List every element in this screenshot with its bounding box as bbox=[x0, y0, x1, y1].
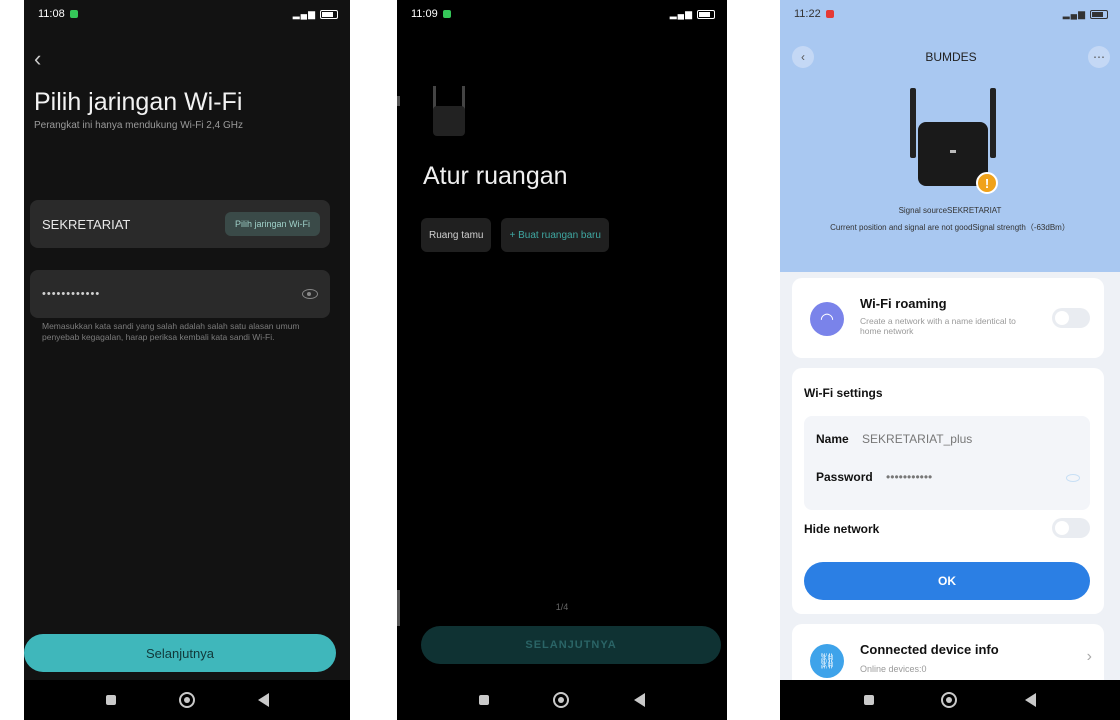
extender-device-icon bbox=[429, 86, 469, 138]
next-button[interactable]: Selanjutnya bbox=[24, 634, 336, 672]
device-title: BUMDES bbox=[925, 50, 977, 64]
room-chip-list: Ruang tamu + Buat ruangan baru bbox=[421, 218, 609, 252]
status-time: 11:08 bbox=[38, 8, 65, 20]
wifi-icon: ◠ bbox=[810, 302, 844, 336]
show-password-eye-icon[interactable] bbox=[1066, 474, 1080, 482]
connected-devices-count: Online devices:0 bbox=[860, 664, 927, 674]
ssid-field[interactable]: SEKRETARIAT Pilih jaringan Wi-Fi bbox=[30, 200, 330, 248]
wifi-roaming-toggle[interactable] bbox=[1052, 308, 1090, 328]
warning-icon: ! bbox=[976, 172, 998, 194]
home-icon[interactable] bbox=[553, 692, 570, 708]
battery-icon bbox=[320, 9, 338, 19]
name-value: SEKRETARIAT_plus bbox=[862, 432, 973, 446]
chevron-right-icon: › bbox=[1086, 648, 1092, 665]
signal-icon: ▂▄▆ bbox=[1062, 8, 1086, 19]
screen-device-settings: 11:22 ▂▄▆ ‹ BUMDES ⋯ ! Signal sourceSEKR… bbox=[780, 0, 1120, 720]
wifi-settings-heading: Wi-Fi settings bbox=[804, 386, 883, 400]
status-icons: ▂▄▆ bbox=[670, 9, 715, 20]
page-subtitle: Perangkat ini hanya mendukung Wi-Fi 2,4 … bbox=[34, 120, 243, 131]
home-icon[interactable] bbox=[941, 692, 958, 708]
ssid-value: SEKRETARIAT bbox=[42, 216, 131, 232]
back-chevron-icon[interactable]: ‹ bbox=[34, 46, 41, 72]
password-row[interactable]: Password ••••••••••• bbox=[816, 470, 932, 484]
next-button-disabled[interactable]: SELANJUTNYA bbox=[421, 626, 721, 664]
screen-atur-ruangan: 11:09 ▂▄▆ Atur ruangan Ruang tamu + Buat… bbox=[397, 0, 727, 720]
page-indicator: 1/4 bbox=[555, 602, 569, 612]
battery-icon bbox=[1090, 9, 1108, 19]
wifi-roaming-card: ◠ Wi-Fi roaming Create a network with a … bbox=[792, 278, 1104, 358]
wifi-roaming-title: Wi-Fi roaming bbox=[860, 296, 947, 311]
password-label: Password bbox=[816, 470, 873, 484]
page-title: Atur ruangan bbox=[423, 162, 568, 190]
signal-icon: ▂▄▆ bbox=[669, 8, 693, 19]
ok-button[interactable]: OK bbox=[804, 562, 1090, 600]
name-row[interactable]: Name SEKRETARIAT_plus bbox=[816, 432, 972, 446]
edge-mark bbox=[397, 96, 400, 106]
screen-pilih-jaringan: 11:08 ▂▄▆ ‹ Pilih jaringan Wi-Fi Perangk… bbox=[24, 0, 350, 720]
status-bar: 11:22 ▂▄▆ bbox=[780, 0, 1120, 28]
back-icon[interactable] bbox=[1025, 693, 1037, 707]
create-room-chip[interactable]: + Buat ruangan baru bbox=[501, 218, 609, 252]
wifi-roaming-description: Create a network with a name identical t… bbox=[860, 316, 1016, 336]
back-icon[interactable] bbox=[257, 693, 269, 707]
back-icon[interactable] bbox=[633, 693, 645, 707]
pick-network-button[interactable]: Pilih jaringan Wi-Fi bbox=[224, 212, 320, 236]
recents-icon[interactable] bbox=[105, 695, 116, 705]
password-field[interactable]: •••••••••••• bbox=[30, 270, 330, 318]
recents-icon[interactable] bbox=[479, 695, 490, 705]
more-options-icon[interactable]: ⋯ bbox=[1088, 46, 1110, 68]
system-nav-bar bbox=[24, 680, 350, 720]
page-title: Pilih jaringan Wi-Fi bbox=[34, 88, 243, 116]
password-value: •••••••••••• bbox=[42, 288, 101, 300]
connected-devices-title: Connected device info bbox=[860, 642, 999, 657]
app-indicator-icon bbox=[825, 10, 834, 18]
credentials-box: Name SEKRETARIAT_plus Password •••••••••… bbox=[804, 416, 1090, 510]
hide-network-label: Hide network bbox=[804, 522, 880, 536]
status-time: 11:22 bbox=[794, 8, 821, 20]
status-bar: 11:09 ▂▄▆ bbox=[397, 0, 727, 28]
name-label: Name bbox=[816, 432, 849, 446]
top-nav: ‹ BUMDES ⋯ bbox=[792, 46, 1110, 68]
hide-network-toggle[interactable] bbox=[1052, 518, 1090, 538]
status-bar: 11:08 ▂▄▆ bbox=[24, 0, 350, 28]
status-time: 11:09 bbox=[411, 8, 438, 20]
extender-image: ! bbox=[906, 88, 1002, 200]
signal-status: Current position and signal are not good… bbox=[830, 223, 1070, 232]
back-chevron-icon[interactable]: ‹ bbox=[792, 46, 814, 68]
password-value: ••••••••••• bbox=[886, 470, 933, 484]
link-icon: ⛓ bbox=[810, 644, 844, 678]
status-icons: ▂▄▆ bbox=[1063, 9, 1108, 20]
system-nav-bar bbox=[780, 680, 1120, 720]
status-icons: ▂▄▆ bbox=[293, 9, 338, 20]
app-indicator-icon bbox=[69, 10, 78, 18]
room-chip-ruang-tamu[interactable]: Ruang tamu bbox=[421, 218, 492, 252]
wifi-settings-card: Wi-Fi settings Name SEKRETARIAT_plus Pas… bbox=[792, 368, 1104, 614]
system-nav-bar bbox=[397, 680, 727, 720]
show-password-eye-icon[interactable] bbox=[302, 289, 318, 299]
recents-icon[interactable] bbox=[863, 695, 874, 705]
battery-icon bbox=[697, 9, 715, 19]
password-hint: Memasukkan kata sandi yang salah adalah … bbox=[42, 321, 300, 342]
app-indicator-icon bbox=[442, 10, 451, 18]
signal-icon: ▂▄▆ bbox=[292, 8, 316, 19]
signal-source: Signal sourceSEKRETARIAT bbox=[898, 206, 1002, 215]
home-icon[interactable] bbox=[178, 692, 195, 708]
